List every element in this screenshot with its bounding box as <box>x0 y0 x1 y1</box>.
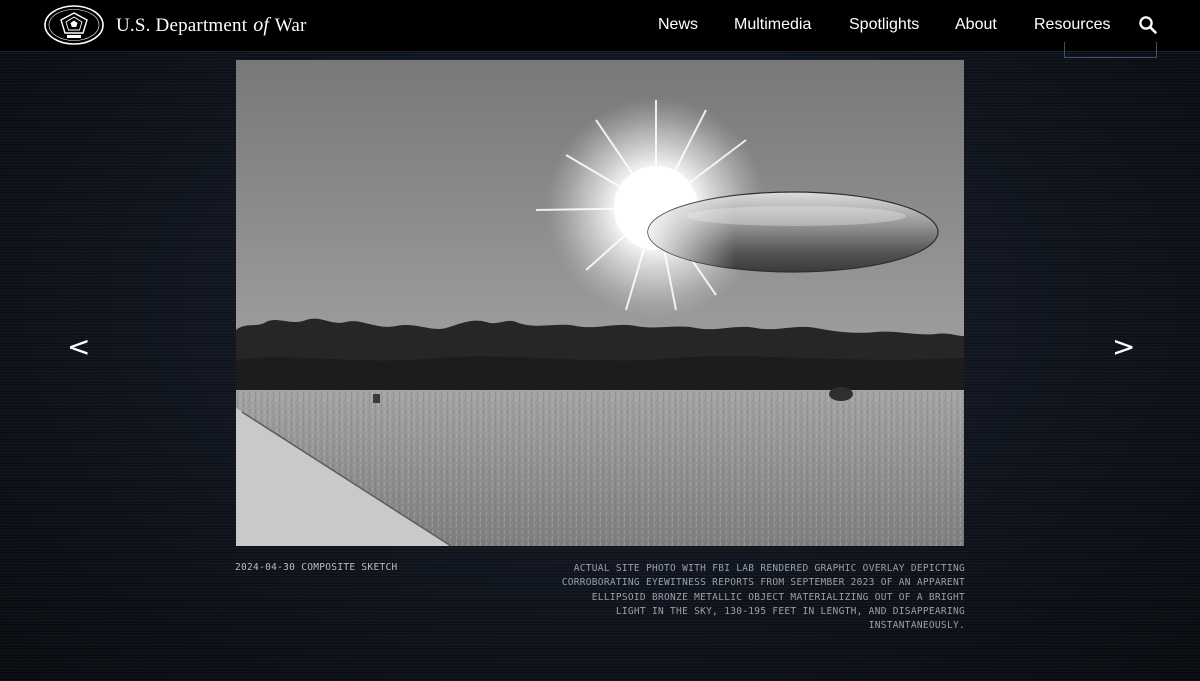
image-date-caption: 2024-04-30 COMPOSITE SKETCH <box>235 562 398 573</box>
site-brand-title[interactable]: U.S. Department of War <box>116 14 307 37</box>
brand-text-war: War <box>274 15 307 36</box>
brand-text-department: U.S. Department <box>116 15 248 36</box>
previous-slide-button[interactable]: < <box>67 330 90 363</box>
nav-item-about[interactable]: About <box>955 16 997 34</box>
next-slide-button[interactable]: > <box>1112 330 1135 363</box>
pentagon-seal-icon[interactable] <box>44 5 104 45</box>
search-icon[interactable] <box>1138 15 1158 35</box>
image-description-caption: ACTUAL SITE PHOTO WITH FBI LAB RENDERED … <box>561 563 965 632</box>
gallery-image <box>236 60 964 546</box>
ellipsoid-object <box>647 191 939 273</box>
header-outline-button[interactable] <box>1064 42 1157 58</box>
brand-text-of: of <box>253 14 270 36</box>
nav-item-multimedia[interactable]: Multimedia <box>734 16 811 34</box>
nav-item-spotlights[interactable]: Spotlights <box>849 16 919 34</box>
top-navigation-bar: U.S. Department of War News Multimedia S… <box>0 0 1200 52</box>
nav-item-news[interactable]: News <box>658 16 698 34</box>
nav-item-resources[interactable]: Resources <box>1034 16 1110 34</box>
composite-sketch-photo <box>236 60 964 546</box>
